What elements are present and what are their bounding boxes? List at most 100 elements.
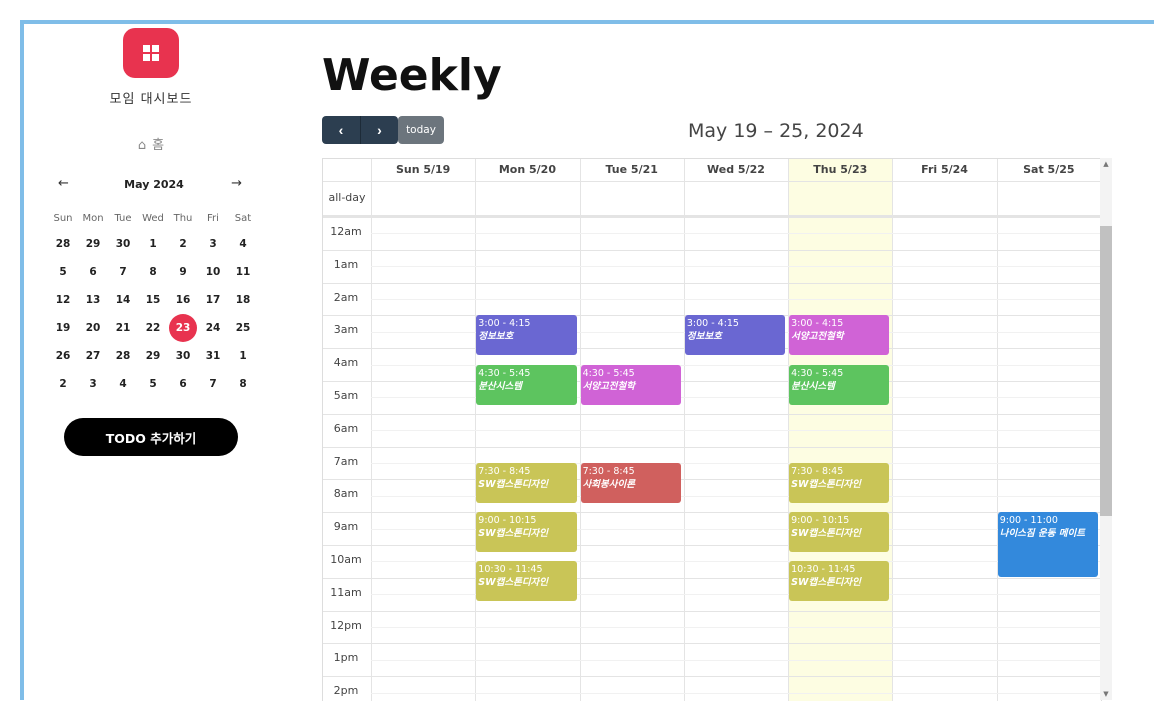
mini-calendar-day[interactable]: 29 [78, 230, 108, 258]
home-icon: ⌂ [137, 138, 147, 153]
mini-calendar-day[interactable]: 2 [48, 370, 78, 398]
hour-divider [323, 643, 1101, 645]
day-column-header[interactable]: Wed 5/22 [684, 159, 788, 181]
mini-calendar-day[interactable]: 14 [108, 286, 138, 314]
event-title: SW캡스톤디자인 [478, 577, 549, 589]
mini-calendar-day[interactable]: 10 [198, 258, 228, 286]
time-slot-label: 12pm [330, 618, 362, 632]
mini-calendar-day[interactable]: 30 [168, 342, 198, 370]
mini-calendar-day[interactable]: 31 [198, 342, 228, 370]
mini-calendar-day[interactable]: 2 [168, 230, 198, 258]
mini-calendar-day[interactable]: 21 [108, 314, 138, 342]
day-column-header[interactable]: Tue 5/21 [580, 159, 684, 181]
mini-calendar-day[interactable]: 5 [48, 258, 78, 286]
grid-divider [323, 181, 1101, 182]
calendar-event[interactable]: 3:00 - 4:15 서양고전철학 [789, 315, 890, 356]
calendar-event[interactable]: 4:30 - 5:45 분산시스템 [789, 364, 890, 405]
day-column-header[interactable]: Sat 5/25 [997, 159, 1101, 181]
calendar-event[interactable]: 9:00 - 11:00 나이스짐 운동 메이트 [997, 512, 1098, 577]
event-title: 서양고전철학 [791, 331, 844, 343]
home-link[interactable]: ⌂ 홈 [24, 134, 278, 153]
mini-calendar-day[interactable]: 24 [198, 314, 228, 342]
mini-calendar-day[interactable]: 12 [48, 286, 78, 314]
mini-calendar-day[interactable]: 1 [228, 342, 258, 370]
today-button[interactable]: today [398, 116, 444, 144]
day-column-header[interactable]: Mon 5/20 [475, 159, 579, 181]
mini-calendar-day[interactable]: 25 [228, 314, 258, 342]
event-time: 4:30 - 5:45 [791, 367, 844, 379]
calendar-event[interactable]: 10:30 - 11:45 SW캡스톤디자인 [789, 561, 890, 602]
mini-calendar-day[interactable]: 29 [138, 342, 168, 370]
mini-calendar-day[interactable]: 30 [108, 230, 138, 258]
mini-calendar-day[interactable]: 5 [138, 370, 168, 398]
mini-calendar-day[interactable]: 4 [228, 230, 258, 258]
mini-calendar-next-button[interactable]: → [231, 176, 242, 191]
calendar-event[interactable]: 7:30 - 8:45 사회봉사이론 [580, 463, 681, 503]
event-time: 3:00 - 4:15 [791, 318, 844, 330]
mini-calendar-day[interactable]: 8 [138, 258, 168, 286]
mini-calendar-day-selected[interactable]: 23 [168, 314, 198, 342]
mini-calendar-day[interactable]: 18 [228, 286, 258, 314]
calendar-event[interactable]: 3:00 - 4:15 정보보호 [476, 315, 577, 356]
scrollbar-thumb[interactable] [1100, 226, 1112, 516]
mini-calendar-day[interactable]: 17 [198, 286, 228, 314]
scroll-up-icon[interactable]: ▲ [1100, 160, 1112, 168]
mini-calendar-day[interactable]: 19 [48, 314, 78, 342]
mini-calendar-day[interactable]: 7 [198, 370, 228, 398]
add-todo-button[interactable]: TODO 추가하기 [64, 418, 238, 456]
time-slot-label: 2am [333, 290, 359, 304]
time-slot-label: 1am [333, 257, 359, 271]
mini-calendar-day[interactable]: 3 [78, 370, 108, 398]
prev-week-button[interactable]: ‹ [322, 116, 360, 144]
next-week-button[interactable]: › [360, 116, 398, 144]
calendar-event[interactable]: 9:00 - 10:15 SW캡스톤디자인 [476, 512, 577, 553]
mini-calendar-title: May 2024 [124, 178, 184, 191]
calendar-event[interactable]: 3:00 - 4:15 정보보호 [684, 315, 786, 356]
calendar-scrollbar[interactable]: ▲ ▼ [1100, 158, 1112, 700]
event-title: SW캡스톤디자인 [478, 479, 549, 490]
mini-calendar-day[interactable]: 11 [228, 258, 258, 286]
time-slot-label: 6am [333, 421, 359, 435]
mini-calendar-day[interactable]: 22 [138, 314, 168, 342]
event-title: 서양고전철학 [582, 380, 636, 392]
mini-calendar-day[interactable]: 15 [138, 286, 168, 314]
day-column-header[interactable]: Fri 5/24 [892, 159, 996, 181]
day-column-header[interactable]: Sun 5/19 [371, 159, 475, 181]
mini-calendar-day[interactable]: 13 [78, 286, 108, 314]
mini-calendar-day[interactable]: 9 [168, 258, 198, 286]
mini-calendar-day[interactable]: 6 [168, 370, 198, 398]
scroll-down-icon[interactable]: ▼ [1100, 690, 1112, 698]
mini-weekday-label: Wed [142, 213, 164, 224]
calendar-event[interactable]: 9:00 - 10:15 SW캡스톤디자인 [789, 512, 890, 553]
calendar-event[interactable]: 10:30 - 11:45 SW캡스톤디자인 [476, 561, 577, 602]
mini-calendar-day[interactable]: 8 [228, 370, 258, 398]
mini-weekday-label: Tue [114, 213, 132, 224]
mini-calendar-day[interactable]: 3 [198, 230, 228, 258]
calendar-event[interactable]: 4:30 - 5:45 분산시스템 [476, 364, 577, 405]
event-time: 10:30 - 11:45 [791, 564, 856, 576]
hour-divider [323, 381, 1101, 382]
week-calendar: Sun 5/19 Mon 5/20 Tue 5/21 Wed 5/22 Thu 5/23… [322, 158, 1102, 701]
hour-divider [323, 249, 1101, 251]
mini-calendar-day[interactable]: 1 [138, 230, 168, 258]
event-time: 10:30 - 11:45 [478, 564, 543, 576]
mini-calendar-day[interactable]: 20 [78, 314, 108, 342]
day-column-header[interactable]: Thu 5/23 [788, 159, 892, 181]
mini-calendar-day[interactable]: 28 [108, 342, 138, 370]
mini-calendar-day[interactable]: 4 [108, 370, 138, 398]
mini-calendar-day[interactable]: 27 [78, 342, 108, 370]
event-time: 9:00 - 10:15 [478, 515, 537, 527]
hour-divider [323, 413, 1101, 415]
mini-calendar-day[interactable]: 26 [48, 342, 78, 370]
mini-calendar-day[interactable]: 6 [78, 258, 108, 286]
app-logo[interactable] [123, 28, 179, 78]
calendar-event[interactable]: 4:30 - 5:45 서양고전철학 [580, 364, 681, 405]
mini-calendar-day[interactable]: 7 [108, 258, 138, 286]
event-title: SW캡스톤디자인 [791, 577, 861, 589]
event-time: 9:00 - 10:15 [791, 515, 850, 527]
calendar-event[interactable]: 7:30 - 8:45 SW캡스톤디자인 [789, 463, 890, 503]
mini-calendar-day[interactable]: 28 [48, 230, 78, 258]
calendar-event[interactable]: 7:30 - 8:45 SW캡스톤디자인 [476, 463, 577, 503]
mini-calendar-day[interactable]: 16 [168, 286, 198, 314]
mini-calendar: ← May 2024 → Sun Mon Tue Wed Thu Fri Sat 28 29 30… [48, 176, 260, 398]
